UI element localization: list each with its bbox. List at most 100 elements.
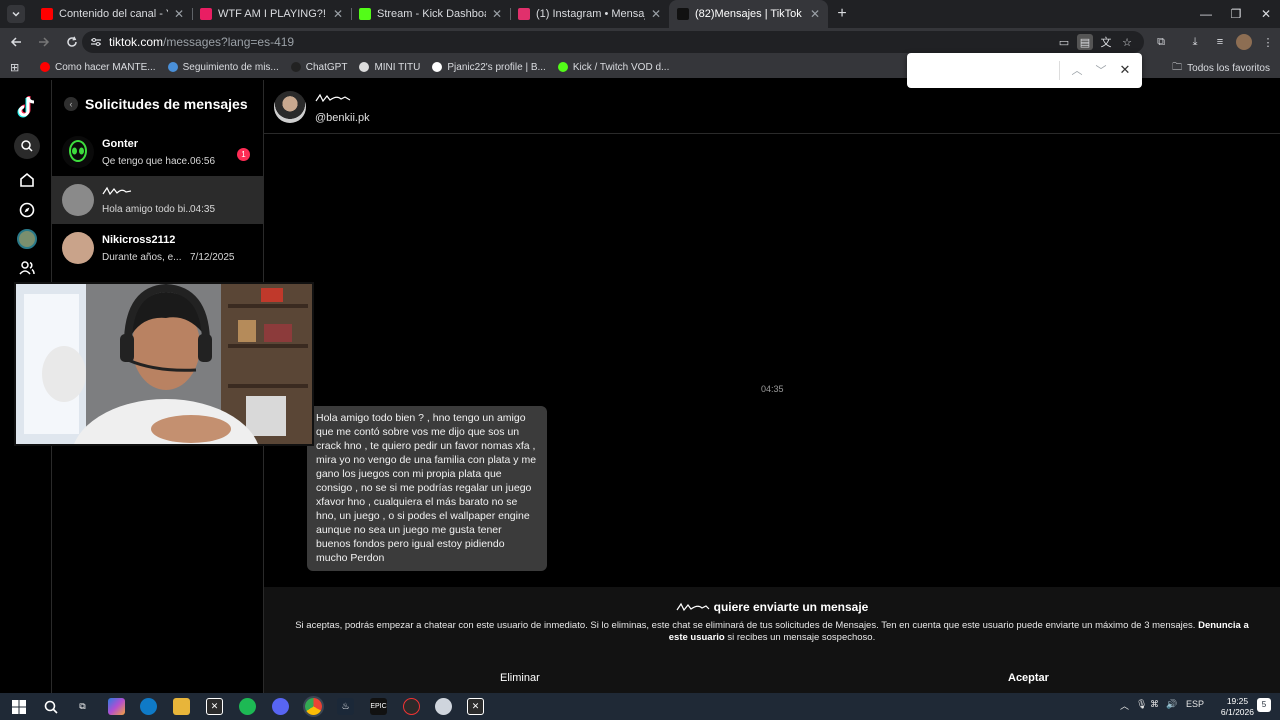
- windows-start-icon[interactable]: [10, 698, 27, 715]
- browser-tab[interactable]: (1) Instagram • Mensajes ✕: [510, 0, 669, 28]
- accept-button[interactable]: Aceptar: [1008, 672, 1049, 684]
- tiktok-logo-icon[interactable]: [14, 94, 40, 120]
- back-button[interactable]: [4, 30, 28, 54]
- menu-kebab-icon[interactable]: ⋮: [1260, 34, 1276, 50]
- arrow-right-icon: [39, 37, 50, 47]
- reload-button[interactable]: [60, 30, 84, 54]
- bookmark-item[interactable]: Como hacer MANTE...: [40, 62, 156, 73]
- microphone-icon[interactable]: 🎙: [1136, 699, 1147, 710]
- conversation-name: Gonter: [102, 137, 139, 150]
- request-heading: quiere enviarte un mensaje: [264, 600, 1280, 614]
- clock-date: 6/1/2026: [1220, 707, 1254, 717]
- tab-favicon-icon: [41, 8, 53, 20]
- chat-avatar[interactable]: [274, 90, 306, 123]
- bookmark-favicon-icon: [359, 62, 370, 72]
- chrome-icon[interactable]: [305, 698, 322, 715]
- conversation-preview: Durante años, e...: [102, 251, 182, 263]
- bookmark-label: ChatGPT: [305, 61, 348, 73]
- delete-button[interactable]: Eliminar: [500, 672, 540, 684]
- media-controls-icon[interactable]: ≡: [1212, 34, 1228, 50]
- url-path: /messages?lang=es-419: [163, 35, 295, 49]
- conversation-item[interactable]: Nikicross2112 Durante años, e... 7/12/2025: [52, 224, 263, 272]
- browser-tab[interactable]: (82)Mensajes | TikTok ✕: [669, 0, 828, 28]
- site-settings-icon[interactable]: [90, 37, 102, 47]
- tab-close-icon[interactable]: ✕: [810, 7, 820, 21]
- profile-avatar-icon[interactable]: [1236, 34, 1252, 50]
- tab-close-icon[interactable]: ✕: [333, 7, 343, 21]
- conversation-name: Nikicross2112: [102, 233, 176, 246]
- chat-username[interactable]: @benkii.pk: [315, 112, 370, 124]
- all-favorites-label: Todos los favoritos: [1187, 63, 1270, 74]
- requests-header: ‹ Solicitudes de mensajes: [52, 80, 263, 128]
- spotify-icon[interactable]: [239, 698, 256, 715]
- conversation-time: 06:56: [190, 155, 216, 167]
- find-next-button[interactable]: ﹀: [1093, 62, 1109, 78]
- discord-icon[interactable]: [272, 698, 289, 715]
- bookmark-item[interactable]: MINI TITU: [359, 62, 420, 73]
- chat-header: @benkii.pk: [264, 80, 1280, 134]
- window-close-button[interactable]: ✕: [1250, 0, 1280, 28]
- taskbar-search-icon[interactable]: [42, 698, 59, 715]
- all-favorites-button[interactable]: 🗀 Todos los favoritos: [1172, 60, 1270, 77]
- avatar: [62, 184, 94, 216]
- request-description: Si aceptas, podrás empezar a chatear con…: [288, 620, 1256, 644]
- edge-icon[interactable]: [140, 698, 157, 715]
- app-icon[interactable]: ✕: [206, 698, 223, 715]
- app-icon[interactable]: ✕: [467, 698, 484, 715]
- home-icon[interactable]: [14, 167, 40, 193]
- tab-close-icon[interactable]: ✕: [492, 7, 502, 21]
- bookmark-item[interactable]: Kick / Twitch VOD d...: [557, 62, 669, 73]
- signature-name-icon: [102, 186, 132, 195]
- tab-close-icon[interactable]: ✕: [174, 7, 184, 21]
- file-explorer-icon[interactable]: [173, 698, 190, 715]
- chat-panel: @benkii.pk 04:35 Hola amigo todo bien ? …: [264, 80, 1280, 693]
- tab-close-icon[interactable]: ✕: [651, 7, 661, 21]
- language-indicator[interactable]: ESP: [1186, 699, 1204, 709]
- request-title: quiere enviarte un mensaje: [713, 600, 869, 614]
- bookmark-item[interactable]: ChatGPT: [290, 61, 348, 73]
- bookmark-star-icon[interactable]: ☆: [1119, 34, 1135, 50]
- install-app-icon[interactable]: ▭: [1056, 34, 1072, 50]
- requests-title: Solicitudes de mensajes: [85, 96, 248, 112]
- conversation-item[interactable]: Hola amigo todo bi... 04:35: [52, 176, 263, 224]
- forward-button[interactable]: [32, 30, 56, 54]
- search-icon[interactable]: [14, 133, 40, 159]
- following-avatar-icon[interactable]: [14, 226, 40, 252]
- conversation-item[interactable]: Gonter Qe tengo que hace... 06:56 1: [52, 128, 263, 176]
- explore-compass-icon[interactable]: [14, 197, 40, 223]
- task-view-icon[interactable]: ⧉: [74, 698, 91, 715]
- url-host: tiktok.com: [109, 35, 164, 49]
- new-tab-button[interactable]: +: [828, 5, 856, 23]
- address-bar[interactable]: tiktok.com/messages?lang=es-419: [82, 31, 1144, 53]
- bookmark-item[interactable]: Pjanic22's profile | B...: [432, 62, 546, 73]
- steam-icon[interactable]: ♨: [337, 698, 354, 715]
- find-previous-button[interactable]: ︿: [1069, 62, 1085, 78]
- tray-chevron-icon[interactable]: ︿: [1120, 699, 1129, 712]
- clock[interactable]: 19:25 6/1/2026: [1221, 696, 1254, 718]
- find-close-button[interactable]: ✕: [1117, 62, 1133, 78]
- bookmark-item[interactable]: Seguimiento de mis...: [167, 62, 279, 73]
- volume-icon[interactable]: 🔊: [1166, 699, 1177, 710]
- obs-icon[interactable]: [403, 698, 420, 715]
- apps-grid-icon[interactable]: ⊞: [10, 61, 26, 74]
- back-arrow-icon[interactable]: ‹: [64, 97, 78, 111]
- copilot-icon[interactable]: [108, 698, 125, 715]
- reading-mode-icon[interactable]: ▤: [1077, 34, 1093, 50]
- minimize-button[interactable]: —: [1190, 0, 1222, 28]
- restore-button[interactable]: ❐: [1220, 0, 1252, 28]
- extensions-icon[interactable]: ⧉: [1153, 34, 1169, 50]
- browser-toolbar: tiktok.com/messages?lang=es-419 ▭ ▤ 文 ☆ …: [0, 28, 1280, 56]
- browser-tab[interactable]: Contenido del canal - YouTube ✕: [33, 0, 192, 28]
- tab-search-button[interactable]: [7, 5, 25, 23]
- download-icon[interactable]: ⤓: [1187, 34, 1203, 50]
- translate-icon[interactable]: 文: [1098, 34, 1114, 50]
- find-input[interactable]: [915, 59, 1055, 82]
- network-icon[interactable]: ⌘: [1150, 699, 1159, 710]
- conversation-time: 04:35: [190, 203, 216, 215]
- browser-tab[interactable]: Stream - Kick Dashboard ✕: [351, 0, 510, 28]
- friends-icon[interactable]: [14, 255, 40, 281]
- browser-tab[interactable]: WTF AM I PLAYING?! - Keymailer ✕: [192, 0, 351, 28]
- notification-badge[interactable]: 5: [1257, 698, 1271, 712]
- epic-games-icon[interactable]: EPIC: [370, 698, 387, 715]
- app-icon[interactable]: [435, 698, 452, 715]
